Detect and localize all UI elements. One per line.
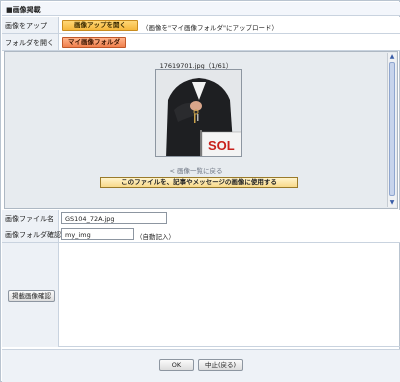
footer-actions: OK 中止(戻る) bbox=[2, 349, 400, 382]
viewer-scrollbar[interactable]: ▲ ▼ bbox=[387, 53, 396, 207]
folder-row: フォルダを開く マイ画像フォルダ bbox=[2, 34, 400, 51]
image-confirm-area: 掲載画像確認 bbox=[2, 243, 400, 347]
section-title: ■画像掲載 bbox=[2, 2, 400, 16]
folder-path-field[interactable]: my_img bbox=[61, 228, 134, 240]
ok-button[interactable]: OK bbox=[159, 359, 194, 371]
confirm-posted-image-button[interactable]: 掲載画像確認 bbox=[8, 290, 55, 302]
file-name-row: 画像ファイル名 GS104_72A.jpg bbox=[2, 210, 400, 227]
folder-path-row: 画像フォルダ確認 my_img （自動記入） bbox=[2, 226, 400, 243]
scroll-thumb[interactable] bbox=[389, 62, 395, 196]
image-viewer: 17619701.jpg（1/61） SOL < 画像一覧に戻る このファイルを… bbox=[4, 51, 398, 209]
upload-row: 画像をアップ 画像アップを開く （画像を"マイ画像フォルダ"にアップロード） bbox=[2, 17, 400, 34]
scroll-up-icon[interactable]: ▲ bbox=[388, 53, 396, 61]
image-preview[interactable]: SOL bbox=[155, 69, 242, 157]
file-name-field[interactable]: GS104_72A.jpg bbox=[61, 212, 167, 224]
confirm-label-cell: 掲載画像確認 bbox=[2, 243, 59, 347]
upload-label: 画像をアップ bbox=[2, 17, 59, 33]
auto-fill-note: （自動記入） bbox=[136, 233, 175, 241]
cancel-button[interactable]: 中止(戻る) bbox=[198, 359, 243, 371]
upload-hint: （画像を"マイ画像フォルダ"にアップロード） bbox=[142, 24, 278, 32]
file-name-label: 画像ファイル名 bbox=[2, 210, 59, 226]
open-image-upload-button[interactable]: 画像アップを開く bbox=[62, 20, 138, 31]
back-to-list-link[interactable]: < 画像一覧に戻る bbox=[5, 165, 387, 175]
image-posting-panel: ■画像掲載 画像をアップ 画像アップを開く （画像を"マイ画像フォルダ"にアップ… bbox=[0, 0, 400, 382]
my-image-folder-button[interactable]: マイ画像フォルダ bbox=[62, 37, 126, 48]
scroll-down-icon[interactable]: ▼ bbox=[388, 199, 396, 207]
use-this-file-button[interactable]: このファイルを、記事やメッセージの画像に使用する bbox=[100, 177, 298, 188]
folder-path-label: 画像フォルダ確認 bbox=[2, 226, 61, 242]
photo-sign-text: SOL bbox=[208, 138, 235, 153]
folder-label: フォルダを開く bbox=[2, 34, 59, 50]
